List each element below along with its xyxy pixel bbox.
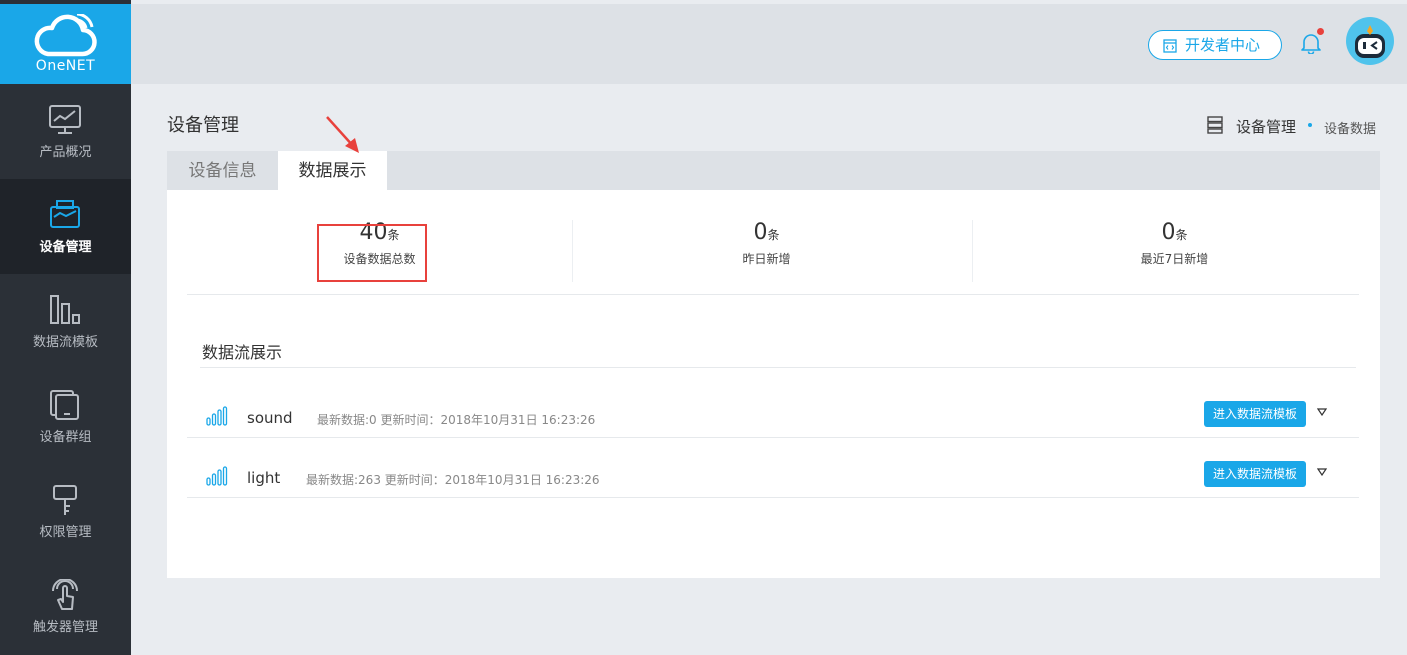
sidebar-item-device-management[interactable]: 设备管理 [0,179,131,274]
cloud-logo-icon [34,14,97,57]
page-title: 设备管理 [167,115,239,136]
sidebar-item-trigger[interactable]: 触发器管理 [0,559,131,654]
sidebar-item-label: 数据流模板 [32,335,98,350]
datastream-name: sound [247,409,293,427]
section-divider [200,367,1356,368]
sidebar-item-label: 触发器管理 [32,620,98,635]
brand-name: OneNET [35,58,96,74]
logo[interactable]: OneNET [0,4,131,84]
monitor-chart-icon [49,105,81,134]
developer-center-label: 开发者中心 [1185,36,1261,54]
key-icon [53,485,77,515]
signal-bars-icon [206,466,228,486]
sidebar-item-permission[interactable]: 权限管理 [0,464,131,559]
stat-unit: 条 [1175,228,1188,242]
bar-template-icon [50,295,80,324]
caret-down-icon[interactable] [1317,408,1327,416]
caret-down-icon[interactable] [1317,468,1327,476]
data-panel: 40条 设备数据总数 0条 昨日新增 0条 最近7日新增 数据流展示 sound… [167,190,1380,578]
stat-divider [972,220,973,282]
sidebar-item-device-group[interactable]: 设备群组 [0,369,131,464]
bell-icon[interactable] [1300,32,1322,54]
stat-unit: 条 [767,228,780,242]
sidebar-item-product-overview[interactable]: 产品概况 [0,84,131,179]
datastream-section-title: 数据流展示 [202,343,283,362]
enter-datastream-template-button[interactable]: 进入数据流模板 [1204,461,1306,487]
device-box-icon [50,200,80,228]
row-divider [187,437,1359,438]
datastream-meta: 最新数据:0 更新时间：2018年10月31日 16:23:26 [317,413,596,427]
sidebar: OneNET 产品概况 设备管理 数据流模板 设备群组 权限管理 触发器管理 [0,0,131,655]
sidebar-item-label: 产品概况 [39,145,92,160]
breadcrumb-separator [1308,123,1312,127]
touch-hand-icon [52,579,78,610]
tablet-stack-icon [50,390,79,420]
tab-device-info[interactable]: 设备信息 [167,151,278,190]
sidebar-item-label: 设备管理 [39,240,92,255]
row-divider [187,497,1359,498]
stat-value: 0 [1161,220,1176,245]
stat-caption: 最近7日新增 [1140,252,1209,266]
robot-avatar-icon [1355,25,1385,58]
annotation-arrow-icon [326,116,359,153]
breadcrumb-parent[interactable]: 设备管理 [1236,116,1296,137]
stats-divider [187,294,1359,295]
stat-caption: 昨日新增 [742,252,791,266]
highlight-box [317,224,427,282]
signal-bars-icon [206,406,228,426]
avatar[interactable] [1346,17,1394,65]
datastream-name: light [247,469,281,487]
server-list-icon [1207,116,1223,134]
code-window-icon [1163,39,1177,53]
stat-yesterday-new: 0条 昨日新增 [574,220,959,267]
sidebar-item-datastream-template[interactable]: 数据流模板 [0,274,131,369]
breadcrumb-current: 设备数据 [1324,122,1377,137]
stat-value: 0 [753,220,768,245]
developer-center-button[interactable]: 开发者中心 [1148,30,1282,60]
datastream-meta: 最新数据:263 更新时间：2018年10月31日 16:23:26 [306,473,600,487]
enter-datastream-template-button[interactable]: 进入数据流模板 [1204,401,1306,427]
stat-divider [572,220,573,282]
notification-dot [1317,28,1324,35]
sidebar-item-label: 设备群组 [39,430,92,445]
sidebar-item-label: 权限管理 [39,525,92,540]
stat-last7days-new: 0条 最近7日新增 [982,220,1367,267]
